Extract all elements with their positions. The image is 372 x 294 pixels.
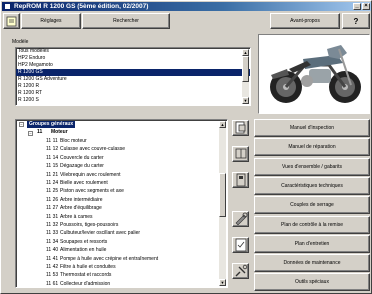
- scroll-thumb[interactable]: [219, 173, 226, 217]
- model-list-item[interactable]: Tous modèles: [16, 48, 250, 55]
- model-items: Tous modèles HP2 Enduro HP2 Megamoto R 1200…: [16, 48, 250, 104]
- specs-button[interactable]: Caractéristiques techniques: [254, 177, 370, 195]
- motorcycle-image: [270, 45, 361, 103]
- tools-icon: [235, 264, 247, 277]
- tree-item-label: Thermostat et raccords: [60, 272, 112, 279]
- checklist-icon-button[interactable]: [232, 237, 249, 253]
- tools-icon-button[interactable]: [232, 263, 249, 279]
- model-list-item[interactable]: R 1200 R: [16, 83, 250, 90]
- model-list-item[interactable]: R 1200 GS: [16, 69, 250, 76]
- scroll-thumb[interactable]: [242, 56, 249, 82]
- tree-item-code: 11 61: [46, 280, 59, 287]
- tree-item-label: Culasse avec couvre-culasse: [60, 146, 126, 153]
- app-icon: [4, 3, 11, 10]
- tree-scrollbar[interactable]: ▲ ▼: [219, 121, 226, 286]
- tree-item-label: Filtre à huile et conduites: [60, 264, 116, 270]
- tree-group[interactable]: 11 Moteur: [37, 128, 68, 137]
- tree-item-label: Pompe à huile avec crépine et entraîneme…: [60, 255, 159, 262]
- manual-button[interactable]: Manuel d'inspection: [254, 119, 370, 137]
- model-list-item[interactable]: HP2 Enduro: [16, 55, 250, 62]
- scroll-down-icon[interactable]: ▼: [219, 279, 226, 286]
- model-list-item[interactable]: R 1200 RT: [16, 90, 250, 97]
- tree-item-label: Arbre à cames: [60, 213, 93, 220]
- help-button[interactable]: ?: [342, 13, 370, 29]
- scroll-up-icon[interactable]: ▲: [219, 121, 226, 128]
- tree-item-label: Culbuteur/levier oscillant avec palier: [60, 230, 141, 237]
- model-list[interactable]: Tous modèles HP2 Enduro HP2 Megamoto R 1200…: [15, 47, 251, 106]
- scroll-up-icon[interactable]: ▲: [242, 49, 249, 56]
- maintenance-plan-button[interactable]: Plan d'entretien: [254, 235, 370, 253]
- model-list-item[interactable]: R 1200 GS Adventure: [16, 76, 250, 83]
- title-bar[interactable]: RepROM R 1200 GS (5ème édition, 02/2007)…: [2, 2, 371, 11]
- model-scrollbar[interactable]: ▲ ▼: [242, 49, 249, 104]
- tree-root-label[interactable]: Groupes généraux: [27, 121, 76, 128]
- model-list-item[interactable]: R 1200 S: [16, 97, 250, 104]
- tree-item-label: Couvercle du carter: [60, 154, 104, 161]
- tree-item-label: Bielle avec roulement: [60, 180, 108, 186]
- window-title: RepROM R 1200 GS (5ème édition, 02/2007): [14, 3, 149, 10]
- maintenance-data-button[interactable]: Données de maintenance: [254, 254, 370, 272]
- minimize-button[interactable]: _: [353, 3, 361, 10]
- torque-button[interactable]: Couples de serrage: [254, 196, 370, 214]
- tree-item-label: Vilebrequin avec roulement: [60, 171, 121, 178]
- tree-item-label: Dégazage du carter: [60, 163, 104, 170]
- about-button[interactable]: Avant-propos: [270, 13, 340, 29]
- specs-icon-button[interactable]: [232, 172, 249, 188]
- specs-icon: [236, 173, 245, 187]
- scroll-down-icon[interactable]: ▼: [242, 97, 249, 104]
- tree-item-label: Arbre d'équilibrage: [60, 205, 102, 212]
- tree-item-label: Soupapes et ressorts: [60, 238, 108, 245]
- search-button[interactable]: Rechercher: [82, 13, 170, 29]
- repair-manual-button[interactable]: Manuel de réparation: [254, 138, 370, 156]
- component-tree[interactable]: − Groupes généraux − 11 Moteur 11 11 Bloc …: [15, 119, 228, 288]
- close-button[interactable]: ×: [362, 3, 370, 10]
- tree-item[interactable]: 11 61 Collecteur d'admission: [46, 280, 111, 287]
- parts-icon: [235, 148, 246, 159]
- tree-item-label: Poussoirs, tiges-poussoirs: [60, 222, 119, 228]
- parts-icon-button[interactable]: [232, 146, 249, 162]
- model-label: Modèle: [12, 39, 29, 45]
- tree-item-label: Alimentation en huile: [60, 247, 107, 254]
- tools-button[interactable]: Outils spéciaux: [254, 273, 370, 291]
- main-window: RepROM R 1200 GS (5ème édition, 02/2007)…: [0, 0, 372, 294]
- tree-item-label: Bloc moteur: [60, 138, 87, 144]
- collapse-icon[interactable]: −: [19, 122, 24, 127]
- motorcycle-photo: [258, 34, 370, 114]
- tree-item-label: Piston avec segments et axe: [60, 188, 124, 195]
- overview-button[interactable]: Vues d'ensemble / gabarits: [254, 158, 370, 176]
- checklist-icon: [235, 238, 246, 252]
- model-list-item[interactable]: HP2 Megamoto: [16, 62, 250, 69]
- tree-item-label: Arbre intermédiaire: [60, 196, 103, 203]
- wrench-icon: [235, 212, 247, 226]
- collapse-icon[interactable]: −: [28, 131, 33, 136]
- handover-button[interactable]: Plan de contrôle à la remise: [254, 216, 370, 234]
- manual-icon-button[interactable]: [232, 120, 249, 136]
- settings-icon: [6, 16, 17, 26]
- settings-button[interactable]: Réglages: [21, 13, 81, 29]
- tree-item-label: Collecteur d'admission: [60, 280, 111, 287]
- tree-group-code: 11: [37, 129, 43, 135]
- manual-icon: [235, 121, 245, 134]
- wrench-icon-button[interactable]: [232, 211, 249, 227]
- tree-group-label: Moteur: [51, 129, 68, 135]
- settings-icon-button[interactable]: [3, 13, 20, 29]
